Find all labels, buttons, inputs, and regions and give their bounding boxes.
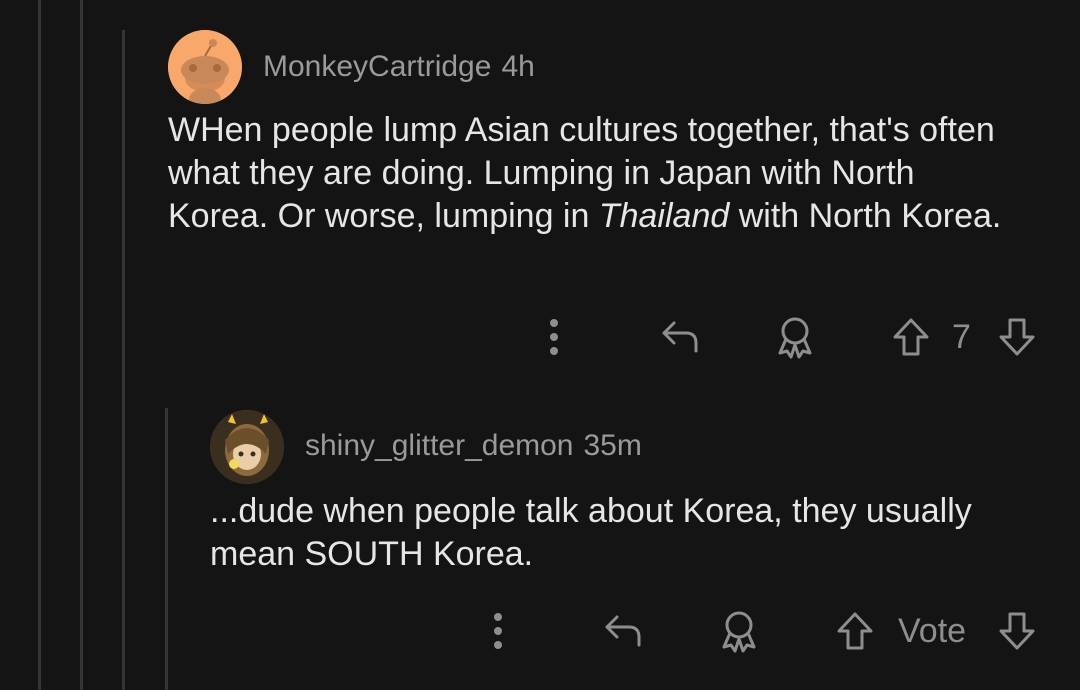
timestamp: 35m	[583, 429, 642, 462]
upvote-arrow-icon	[893, 318, 929, 356]
downvote-arrow-icon	[999, 612, 1035, 650]
more-options-button[interactable]	[478, 606, 518, 656]
thread-line-2[interactable]	[80, 0, 83, 690]
award-icon	[722, 611, 756, 653]
upvote-arrow-icon	[837, 612, 873, 650]
snoo-avatar-icon	[168, 30, 242, 104]
reply-button[interactable]	[598, 606, 648, 656]
comment-body: ...dude when people talk about Korea, th…	[210, 492, 972, 573]
italic-text: Thailand	[598, 197, 730, 235]
upvote-button[interactable]	[832, 606, 878, 656]
more-options-icon	[494, 613, 502, 649]
more-options-button[interactable]	[534, 312, 574, 362]
award-button[interactable]	[714, 606, 764, 656]
downvote-button[interactable]	[994, 606, 1040, 656]
reply-icon	[662, 321, 698, 353]
upvote-button[interactable]	[888, 312, 934, 362]
timestamp: 4h	[501, 50, 535, 83]
vote-label: Vote	[898, 612, 967, 650]
avatar[interactable]	[168, 30, 242, 104]
downvote-arrow-icon	[999, 318, 1035, 356]
downvote-button[interactable]	[994, 312, 1040, 362]
anime-avatar-icon	[210, 410, 284, 484]
award-button[interactable]	[770, 312, 820, 362]
more-options-icon	[550, 319, 558, 355]
comment-body: WHen people lump Asian cultures together…	[168, 111, 1002, 235]
vote-count: 7	[952, 318, 971, 356]
thread-line-1[interactable]	[38, 0, 41, 690]
award-icon	[778, 317, 812, 359]
username-text[interactable]: MonkeyCartridge	[263, 50, 491, 83]
thread-line-4[interactable]	[165, 408, 168, 690]
username[interactable]: MonkeyCartridge 4h	[263, 50, 535, 84]
reply-icon	[605, 615, 641, 647]
thread-line-3[interactable]	[122, 30, 125, 690]
reply-button[interactable]	[655, 312, 705, 362]
username-text[interactable]: shiny_glitter_demon	[305, 429, 574, 462]
avatar[interactable]	[210, 410, 284, 484]
username[interactable]: shiny_glitter_demon 35m	[305, 429, 642, 463]
